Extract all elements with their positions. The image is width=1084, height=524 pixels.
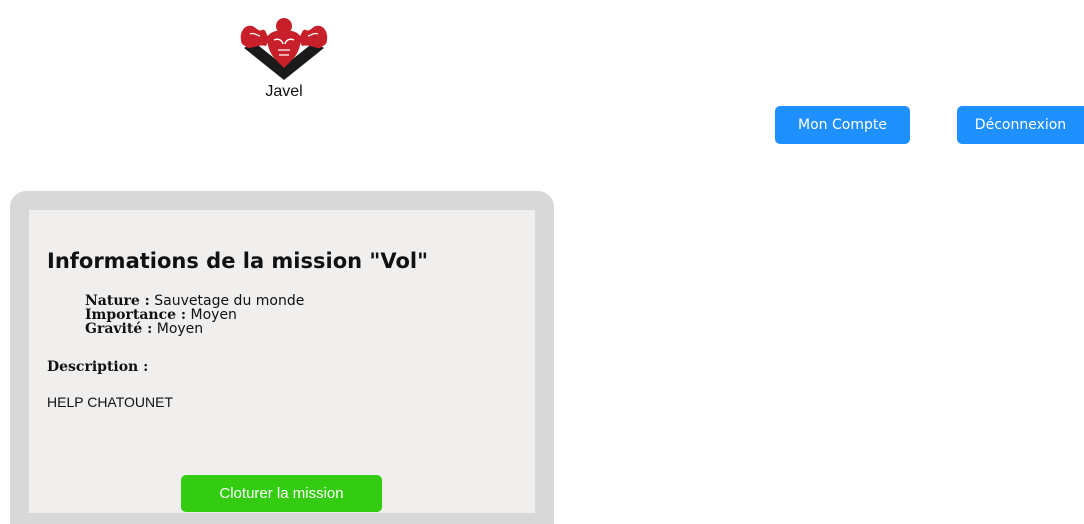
description-label: Description : bbox=[47, 359, 149, 375]
close-mission-button[interactable]: Cloturer la mission bbox=[181, 475, 382, 512]
mission-card: Informations de la mission "Vol" Nature … bbox=[10, 191, 554, 524]
logo-text: Javel bbox=[265, 83, 303, 100]
page: Javel Mon Compte Déconnexion Information… bbox=[0, 0, 1084, 524]
description-text: HELP CHATOUNET bbox=[47, 394, 174, 410]
muscle-man-diamond-icon bbox=[240, 18, 328, 80]
field-value: Moyen bbox=[156, 321, 204, 337]
mission-field-importance: Importance : Moyen bbox=[85, 308, 304, 322]
account-button[interactable]: Mon Compte bbox=[775, 106, 910, 144]
mission-field-gravite: Gravité : Moyen bbox=[85, 322, 304, 336]
mission-title: Informations de la mission "Vol" bbox=[47, 249, 429, 273]
logout-button[interactable]: Déconnexion bbox=[957, 106, 1084, 144]
mission-info-list: Nature : Sauvetage du monde Importance :… bbox=[85, 294, 304, 336]
field-label: Gravité : bbox=[85, 321, 153, 337]
mission-field-nature: Nature : Sauvetage du monde bbox=[85, 294, 304, 308]
mission-card-body: Informations de la mission "Vol" Nature … bbox=[29, 210, 535, 513]
brand-logo[interactable]: Javel bbox=[236, 14, 332, 101]
